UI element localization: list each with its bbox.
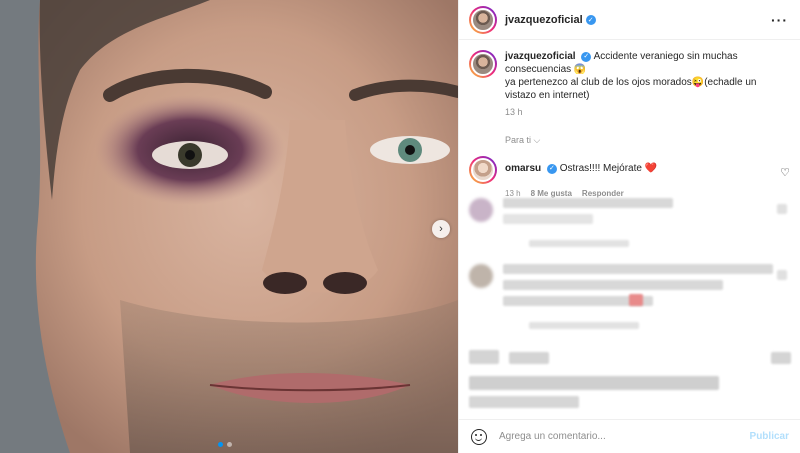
avatar bbox=[469, 198, 493, 222]
avatar[interactable] bbox=[469, 156, 497, 184]
comment-input[interactable] bbox=[499, 431, 750, 442]
carousel-indicator bbox=[218, 442, 232, 447]
publish-button[interactable]: Publicar bbox=[750, 431, 789, 442]
carousel-dot bbox=[227, 442, 232, 447]
carousel-dot bbox=[218, 442, 223, 447]
post-photo[interactable]: › bbox=[0, 0, 458, 453]
more-horizontal-icon[interactable]: ··· bbox=[771, 12, 788, 28]
blurred-heart bbox=[777, 204, 787, 214]
caption-timestamp[interactable]: 13 h bbox=[505, 107, 800, 117]
comment-composer: Publicar bbox=[459, 419, 800, 453]
blurred-comment-text bbox=[503, 264, 773, 274]
avatar bbox=[469, 264, 493, 288]
blurred-comments bbox=[459, 190, 800, 420]
for-you-label[interactable]: Para ti ⌵ bbox=[505, 135, 800, 146]
blurred-emoji bbox=[629, 294, 643, 306]
emoji-icon[interactable] bbox=[471, 428, 487, 445]
avatar[interactable] bbox=[469, 5, 497, 34]
verified-badge-icon: ✓ bbox=[581, 51, 592, 62]
blurred-comment-text bbox=[503, 214, 593, 224]
caption-line-2: ya pertenezco al club de los ojos morado… bbox=[505, 77, 757, 101]
post-sidebar: jvazquezoficial ✓ ··· jvazquezoficial ✓ … bbox=[458, 0, 800, 453]
avatar[interactable] bbox=[469, 50, 497, 78]
comment-username[interactable]: omarsu bbox=[505, 163, 541, 174]
blurred-comment-text bbox=[469, 396, 579, 408]
blurred-comment-text bbox=[503, 280, 723, 290]
verified-badge-icon: ✓ bbox=[546, 163, 557, 174]
blurred-comment-text bbox=[503, 198, 673, 208]
post-caption: jvazquezoficial ✓ Accidente veraniego si… bbox=[459, 40, 800, 102]
like-comment-heart-icon[interactable]: ♡ bbox=[780, 166, 790, 179]
blurred-heart bbox=[777, 270, 787, 280]
blurred-comment-meta bbox=[529, 240, 629, 247]
comment-item: omarsu ✓ Ostras!!!! Mejórate ❤️ ♡ bbox=[459, 146, 800, 184]
author-username[interactable]: jvazquezoficial bbox=[505, 14, 583, 26]
blurred-comment-text bbox=[469, 350, 499, 364]
chevron-right-icon: › bbox=[439, 223, 443, 235]
blurred-comment-text bbox=[469, 376, 719, 390]
verified-badge-icon: ✓ bbox=[585, 14, 596, 25]
caption-username[interactable]: jvazquezoficial bbox=[505, 51, 576, 62]
comment-text: Ostras!!!! Mejórate ❤️ bbox=[559, 163, 658, 174]
blurred-comment-text bbox=[509, 352, 549, 364]
blurred-comment-meta bbox=[529, 322, 639, 329]
blurred-comment-text bbox=[771, 352, 791, 364]
next-photo-button[interactable]: › bbox=[432, 220, 450, 238]
post-header: jvazquezoficial ✓ ··· bbox=[459, 0, 800, 40]
face-photo-illustration bbox=[0, 0, 458, 453]
